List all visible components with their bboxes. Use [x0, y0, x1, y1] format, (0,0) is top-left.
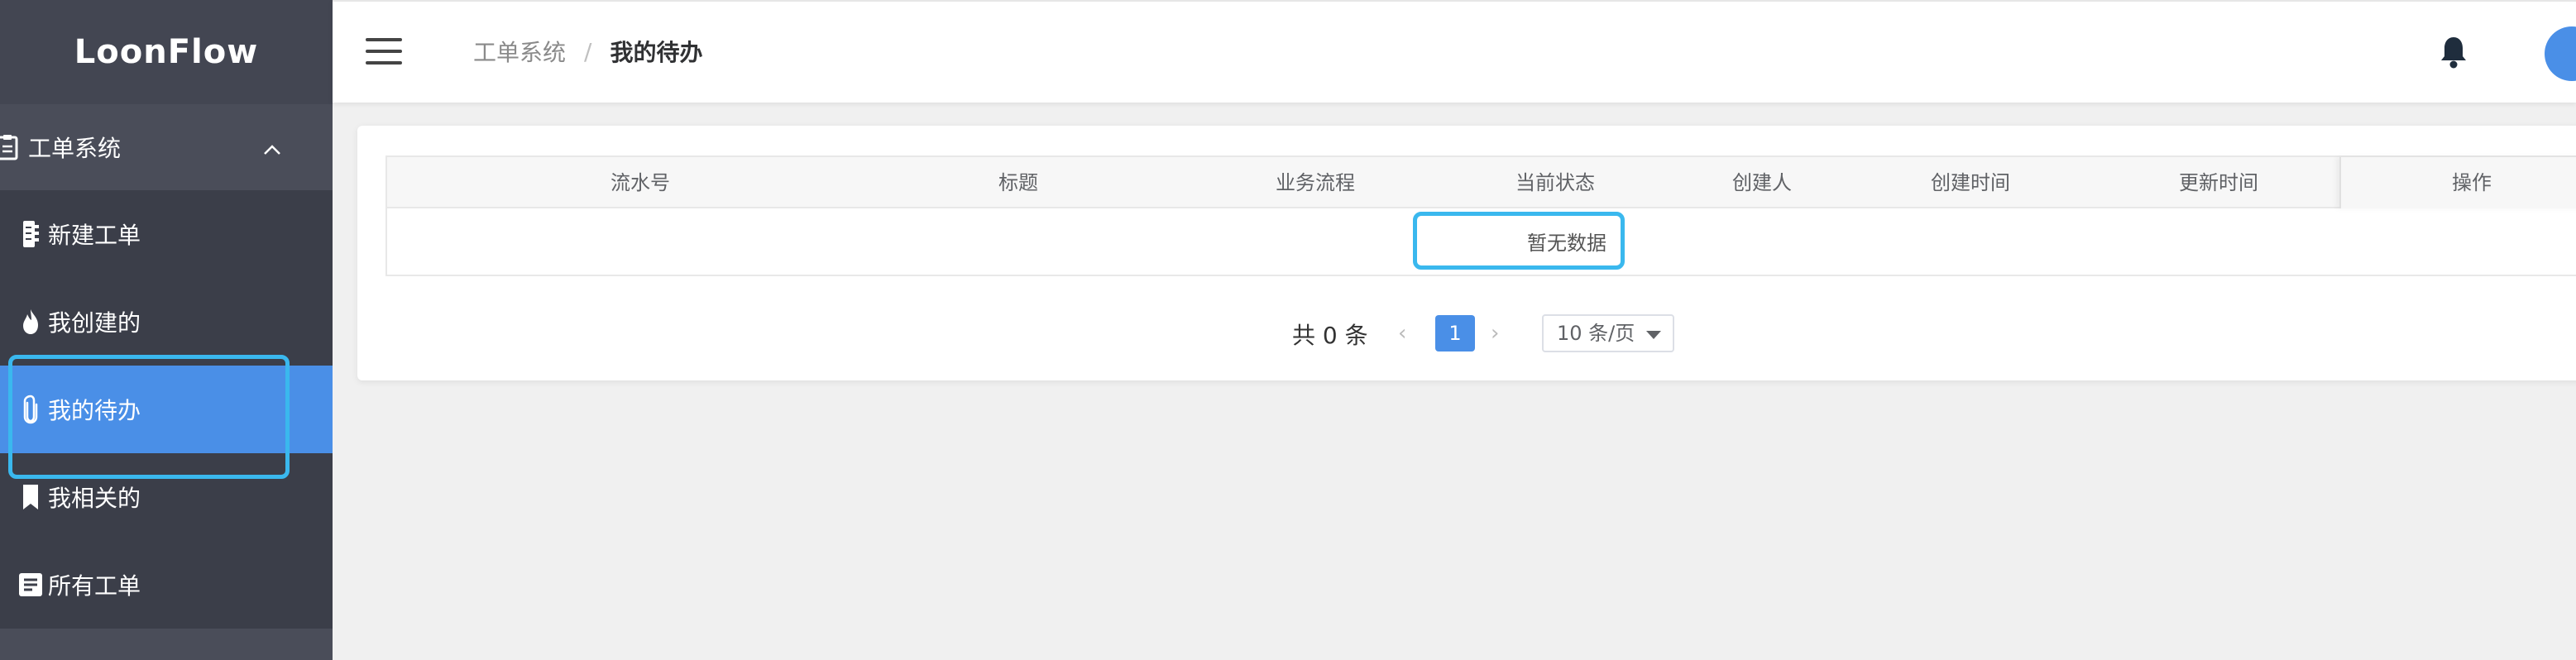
breadcrumb: 工单系统 / 我的待办: [473, 35, 702, 68]
clipboard-icon: [0, 134, 20, 160]
top-header: 工单系统 / 我的待办: [333, 0, 2576, 103]
content-card: 流水号 标题 业务流程 当前状态 创建人 创建时间 更新时间 操作 暂无数据 共…: [357, 126, 2576, 380]
fire-icon: [18, 305, 43, 338]
sidebar-group-label: 工单系统: [28, 135, 122, 162]
paperclip-icon: [18, 393, 43, 426]
col-header-workflow: 业务流程: [1276, 171, 1355, 194]
chevron-right-icon[interactable]: ›: [1491, 321, 1499, 346]
table-header: 流水号 标题 业务流程 当前状态 创建人 创建时间 更新时间 操作: [387, 157, 2576, 208]
col-header-creator: 创建人: [1732, 171, 1792, 194]
form-icon: [18, 218, 43, 251]
sidebar-item-label: 所有工单: [48, 572, 141, 600]
list-icon: [18, 568, 43, 601]
page-size-select[interactable]: 10 条/页: [1542, 314, 1674, 352]
breadcrumb-current: 我的待办: [610, 39, 703, 66]
bookmark-icon: [18, 481, 43, 514]
sidebar-item-label: 我相关的: [48, 485, 141, 512]
chevron-left-icon[interactable]: ‹: [1398, 321, 1406, 346]
col-header-created-at: 创建时间: [1931, 171, 2010, 194]
brand-logo: LoonFlow: [0, 0, 333, 104]
sidebar-group-next[interactable]: [0, 629, 333, 660]
col-header-actions: 操作: [2452, 171, 2492, 194]
sidebar-item-label: 我的待办: [48, 397, 141, 424]
bell-icon[interactable]: [2439, 35, 2472, 71]
highlight-annotation-empty: [1413, 212, 1625, 270]
menu-toggle-icon[interactable]: [366, 38, 402, 68]
caret-down-icon: [1646, 331, 1661, 339]
sidebar: LoonFlow 工单系统 新建工单 我创建的 我的待办 我相关的 所有工单: [0, 0, 333, 660]
col-header-updated-at: 更新时间: [2179, 171, 2258, 194]
pagination-total: 共 0 条: [1292, 322, 1368, 349]
sidebar-item-label: 我创建的: [48, 309, 141, 337]
sidebar-item-created-by-me[interactable]: 我创建的: [0, 278, 333, 366]
col-header-actions-wrap: 操作: [2339, 157, 2576, 208]
breadcrumb-item[interactable]: 工单系统: [473, 35, 566, 68]
page-number-current[interactable]: 1: [1435, 315, 1475, 352]
sidebar-group-ticket-system[interactable]: 工单系统: [0, 104, 333, 190]
page-size-value: 10 条/页: [1557, 322, 1635, 345]
breadcrumb-separator: /: [584, 37, 592, 65]
sidebar-item-related-to-me[interactable]: 我相关的: [0, 453, 333, 541]
app: LoonFlow 工单系统 新建工单 我创建的 我的待办 我相关的 所有工单 工…: [0, 0, 2576, 660]
sidebar-item-my-todo[interactable]: 我的待办: [0, 366, 333, 453]
sidebar-item-all-tickets[interactable]: 所有工单: [0, 541, 333, 629]
pagination: 共 0 条 ‹ 1 › 10 条/页: [357, 313, 2576, 354]
col-header-title: 标题: [998, 171, 1038, 194]
sidebar-item-label: 新建工单: [48, 222, 141, 249]
col-header-status: 当前状态: [1515, 171, 1595, 194]
avatar[interactable]: [2545, 26, 2576, 81]
col-header-serial: 流水号: [610, 171, 670, 194]
sidebar-item-new-ticket[interactable]: 新建工单: [0, 190, 333, 278]
chevron-up-icon: [263, 134, 281, 161]
